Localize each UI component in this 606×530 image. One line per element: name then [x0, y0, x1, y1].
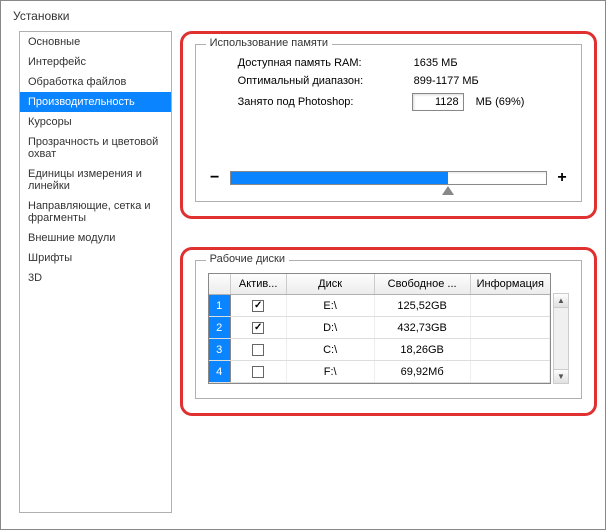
window-title: Установки — [1, 1, 605, 31]
row-info — [471, 339, 550, 360]
col-free[interactable]: Свободное ... — [375, 274, 471, 294]
row-active-cell — [231, 295, 287, 316]
memory-panel-highlight: Использование памяти Доступная память RA… — [180, 31, 597, 219]
sidebar-item-type[interactable]: Шрифты — [20, 248, 171, 268]
sidebar-item-plugins[interactable]: Внешние модули — [20, 228, 171, 248]
table-scrollbar[interactable]: ▲ ▼ — [553, 293, 569, 384]
ideal-range-label: Оптимальный диапазон: — [238, 75, 408, 87]
table-body: 1 E:\125,52GB 2 D:\432,73GB 3 C:\18,26GB 4 F:\6… — [209, 295, 550, 383]
scratch-disks-legend: Рабочие диски — [206, 253, 289, 265]
main-panel: Использование памяти Доступная память RA… — [180, 31, 597, 513]
row-active-cell — [231, 361, 287, 382]
row-info — [471, 361, 550, 382]
available-ram-value: 1635 МБ — [414, 57, 458, 69]
memory-fieldset: Использование памяти Доступная память RA… — [195, 44, 582, 202]
row-disk: D:\ — [287, 317, 375, 338]
content: Основные Интерфейс Обработка файлов Прои… — [1, 31, 605, 521]
slider-fill — [231, 172, 449, 184]
sidebar-item-interface[interactable]: Интерфейс — [20, 52, 171, 72]
table-row[interactable]: 4 F:\69,92Мб — [209, 361, 550, 383]
sidebar-item-file-handling[interactable]: Обработка файлов — [20, 72, 171, 92]
scratch-disks-table: Актив... Диск Свободное ... Информация 1… — [208, 273, 551, 384]
row-index: 4 — [209, 361, 231, 382]
slider-minus-button[interactable]: − — [208, 169, 222, 187]
row-index: 1 — [209, 295, 231, 316]
preferences-window: Установки Основные Интерфейс Обработка ф… — [0, 0, 606, 530]
row-disk: E:\ — [287, 295, 375, 316]
table-header: Актив... Диск Свободное ... Информация — [209, 274, 550, 295]
scratch-disks-panel-highlight: Рабочие диски Актив... Диск Свободное ..… — [180, 247, 597, 416]
slider-thumb-icon[interactable] — [442, 186, 454, 195]
category-sidebar: Основные Интерфейс Обработка файлов Прои… — [19, 31, 172, 513]
sidebar-item-transparency[interactable]: Прозрачность и цветовой охват — [20, 132, 171, 164]
scroll-down-icon[interactable]: ▼ — [554, 369, 568, 383]
scroll-up-icon[interactable]: ▲ — [554, 294, 568, 308]
table-row[interactable]: 2 D:\432,73GB — [209, 317, 550, 339]
row-index: 3 — [209, 339, 231, 360]
sidebar-item-performance[interactable]: Производительность — [20, 92, 171, 112]
table-row[interactable]: 1 E:\125,52GB — [209, 295, 550, 317]
used-ram-label: Занято под Photoshop: — [238, 96, 408, 108]
row-active-cell — [231, 339, 287, 360]
ideal-range-value: 899-1177 МБ — [414, 75, 479, 87]
row-free: 125,52GB — [375, 295, 471, 316]
sidebar-item-3d[interactable]: 3D — [20, 268, 171, 288]
col-info[interactable]: Информация — [471, 274, 550, 294]
col-active[interactable]: Актив... — [231, 274, 287, 294]
sidebar-item-cursors[interactable]: Курсоры — [20, 112, 171, 132]
active-checkbox[interactable] — [252, 300, 264, 312]
row-disk: F:\ — [287, 361, 375, 382]
used-ram-suffix: МБ (69%) — [476, 96, 525, 108]
used-ram-input[interactable] — [412, 93, 464, 111]
col-disk[interactable]: Диск — [287, 274, 375, 294]
scratch-disks-fieldset: Рабочие диски Актив... Диск Свободное ..… — [195, 260, 582, 399]
slider-plus-button[interactable]: + — [555, 169, 569, 187]
row-index: 2 — [209, 317, 231, 338]
active-checkbox[interactable] — [252, 366, 264, 378]
table-row[interactable]: 3 C:\18,26GB — [209, 339, 550, 361]
row-free: 69,92Мб — [375, 361, 471, 382]
memory-slider[interactable] — [230, 171, 547, 185]
sidebar-item-general[interactable]: Основные — [20, 32, 171, 52]
row-disk: C:\ — [287, 339, 375, 360]
row-active-cell — [231, 317, 287, 338]
active-checkbox[interactable] — [252, 344, 264, 356]
memory-legend: Использование памяти — [206, 37, 332, 49]
active-checkbox[interactable] — [252, 322, 264, 334]
row-free: 432,73GB — [375, 317, 471, 338]
row-info — [471, 317, 550, 338]
sidebar-item-units[interactable]: Единицы измерения и линейки — [20, 164, 171, 196]
row-free: 18,26GB — [375, 339, 471, 360]
sidebar-item-guides[interactable]: Направляющие, сетка и фрагменты — [20, 196, 171, 228]
available-ram-label: Доступная память RAM: — [238, 57, 408, 69]
row-info — [471, 295, 550, 316]
col-index[interactable] — [209, 274, 231, 294]
